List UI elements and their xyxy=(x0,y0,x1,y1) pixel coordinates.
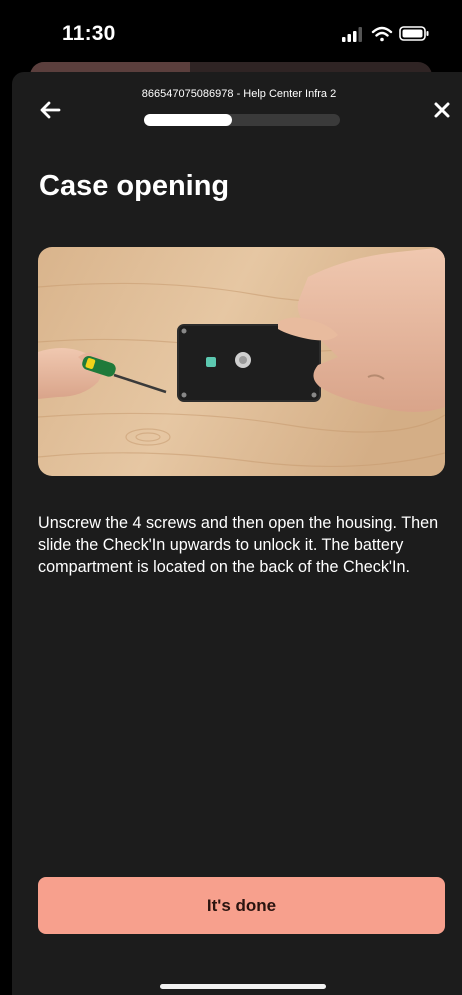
close-icon xyxy=(434,102,450,118)
status-icons xyxy=(342,26,429,42)
progress-bar xyxy=(144,114,340,126)
back-button[interactable] xyxy=(34,94,66,126)
instructions-text: Unscrew the 4 screws and then open the h… xyxy=(38,514,439,576)
status-bar: 11:30 xyxy=(0,0,462,62)
device-photo xyxy=(38,247,445,476)
battery-icon xyxy=(399,26,429,41)
status-time: 11:30 xyxy=(62,22,116,45)
page-title: Case opening xyxy=(39,170,230,202)
modal-sheet: 866547075086978 - Help Center Infra 2 Ca… xyxy=(12,72,462,995)
progress-bar-fill xyxy=(144,114,233,126)
arrow-left-icon xyxy=(40,101,61,119)
case-subtitle: 866547075086978 - Help Center Infra 2 xyxy=(141,88,337,100)
close-button[interactable] xyxy=(426,94,458,126)
wifi-icon xyxy=(371,26,393,42)
cellular-signal-icon xyxy=(342,27,362,42)
instruction-image xyxy=(38,247,445,476)
home-indicator[interactable] xyxy=(160,984,326,989)
done-button[interactable]: It's done xyxy=(38,877,445,934)
